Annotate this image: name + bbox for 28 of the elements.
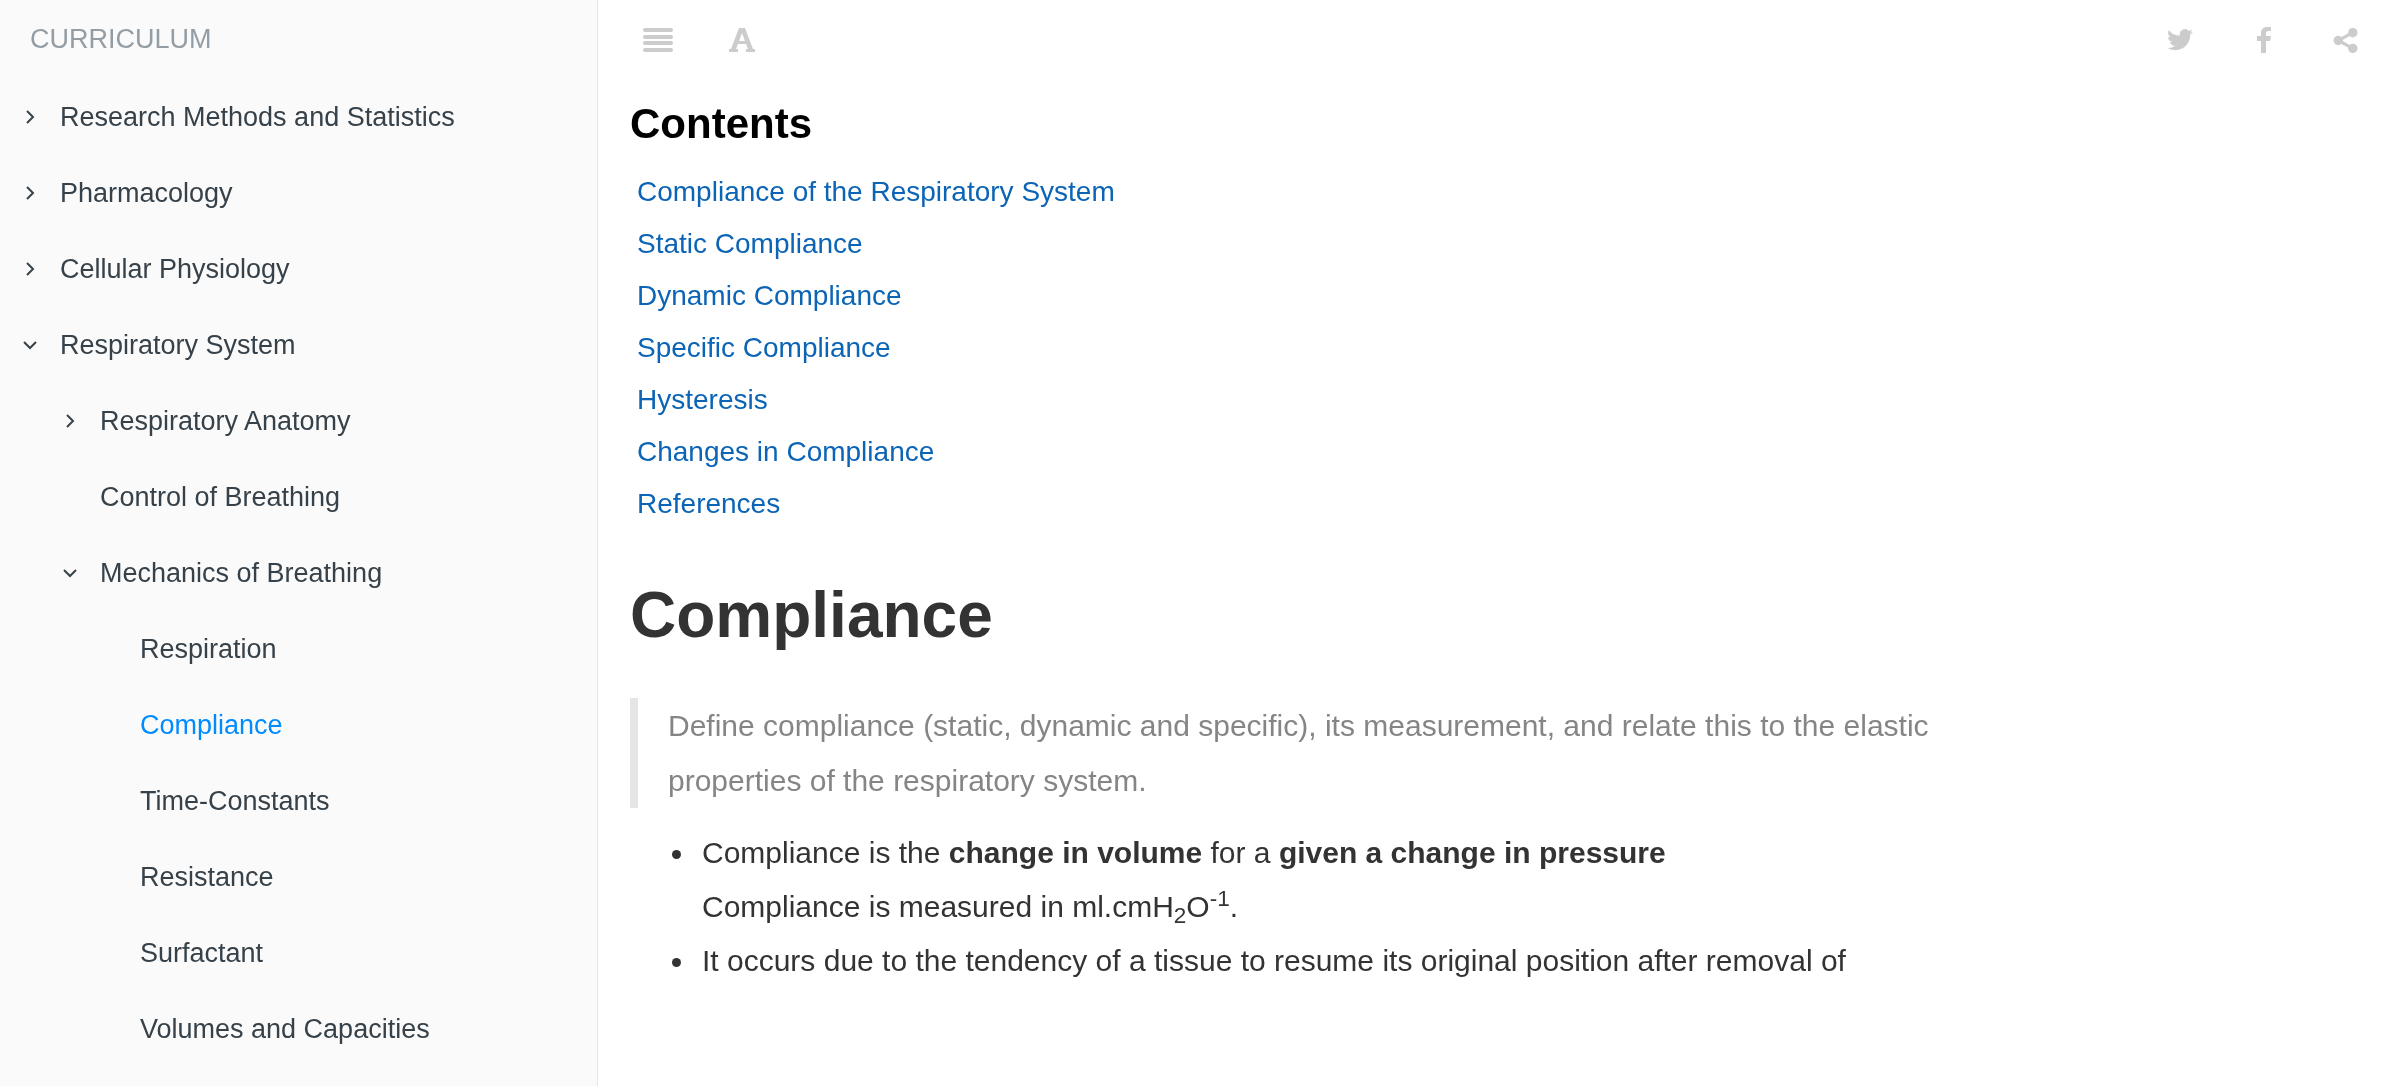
contents-link[interactable]: Compliance of the Respiratory System xyxy=(637,166,1115,218)
sidebar-item[interactable]: Mechanics of Breathing xyxy=(100,552,383,594)
bullet-icon xyxy=(672,958,681,967)
bullet-text: Compliance is the change in volume for a given a change in pressure xyxy=(702,835,1666,871)
sidebar-item[interactable]: Respiration xyxy=(140,628,277,670)
contents-link[interactable]: References xyxy=(637,478,781,530)
sidebar-item[interactable]: Cellular Physiology xyxy=(60,248,290,290)
contents-heading: Contents xyxy=(630,99,813,149)
sidebar-item[interactable]: Respiratory System xyxy=(60,324,296,366)
article-title: Compliance xyxy=(630,578,994,653)
contents-link[interactable]: Specific Compliance xyxy=(637,322,891,374)
sidebar-title: CURRICULUM xyxy=(30,23,212,57)
sidebar-item[interactable]: Respiratory Anatomy xyxy=(100,400,351,442)
contents-link[interactable]: Static Compliance xyxy=(637,218,863,270)
sidebar-item[interactable]: Resistance xyxy=(140,856,274,898)
bullet-text: Compliance is measured in ml.cmH$_{2}$O$^{-1}$. xyxy=(702,884,1240,930)
bullet-text: It occurs due to the tendency of a tissue to resume its original position after removal of xyxy=(702,943,1846,979)
sidebar-item[interactable]: Volumes and Capacities xyxy=(140,1008,430,1050)
sidebar-item[interactable]: Pharmacology xyxy=(60,172,233,214)
objective-text: Define compliance (static, dynamic and specific), its measurement, and relate this to the elastic properties of the respiratory system. xyxy=(668,708,1930,799)
sidebar-item[interactable]: Research Methods and Statistics xyxy=(60,96,455,138)
sidebar-item[interactable]: Control of Breathing xyxy=(100,476,341,518)
sidebar-item[interactable]: Time-Constants xyxy=(140,780,330,822)
contents-link[interactable]: Hysteresis xyxy=(637,374,768,426)
bullet-icon xyxy=(672,850,681,859)
contents-link[interactable]: Dynamic Compliance xyxy=(637,270,902,322)
contents-link[interactable]: Changes in Compliance xyxy=(637,426,935,478)
sidebar-item[interactable]: Surfactant xyxy=(140,932,264,974)
